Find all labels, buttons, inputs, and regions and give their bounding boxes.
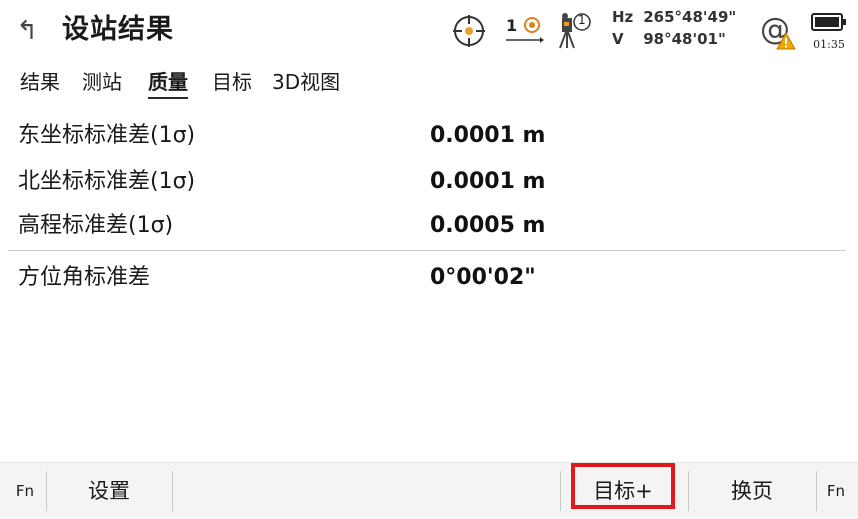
settings-button[interactable]: 设置 <box>47 463 171 519</box>
fn-right-button[interactable]: Fn <box>817 463 855 519</box>
tab-3d-view[interactable]: 3D视图 <box>272 66 340 98</box>
tab-target[interactable]: 目标 <box>212 66 252 98</box>
page-title: 设站结果 <box>62 14 174 45</box>
hz-label: Hz <box>612 8 634 26</box>
connection-status[interactable]: @ <box>758 12 798 52</box>
v-label: V <box>612 30 624 48</box>
tab-result[interactable]: 结果 <box>20 66 60 98</box>
angle-readout: Hz 265°48'49" V 98°48'01" <box>612 6 742 50</box>
title-bar: ↰ 设站结果 1 1 Hz 265°48'49" V 98°48'01" @ 0… <box>0 0 858 62</box>
quality-label: 北坐标标准差(1σ) <box>18 169 196 194</box>
instrument-person-icon <box>559 13 591 49</box>
highlight-box <box>571 463 675 509</box>
warning-icon <box>776 32 796 50</box>
hz-value: 265°48'49" <box>643 8 737 26</box>
quality-label: 方位角标准差 <box>18 265 151 290</box>
quality-row-height: 高程标准差(1σ) 0.0005 m <box>0 206 858 246</box>
quality-value: 0°00'02" <box>430 265 536 290</box>
divider <box>8 250 846 251</box>
instrument-status[interactable]: 1 <box>552 10 592 50</box>
quality-row-azimuth: 方位角标准差 0°00'02" <box>0 258 858 298</box>
crosshair-icon[interactable] <box>452 14 486 48</box>
next-page-button[interactable]: 换页 <box>689 463 815 519</box>
battery-icon <box>811 13 846 31</box>
softkey-separator <box>560 471 561 511</box>
quality-label: 高程标准差(1σ) <box>18 213 174 238</box>
prism-icon <box>506 17 544 43</box>
softkey-bar: Fn 设置 目标+ 换页 Fn <box>0 462 858 519</box>
clock: 01:35 <box>813 38 845 51</box>
quality-value: 0.0005 m <box>430 213 546 238</box>
tab-quality[interactable]: 质量 <box>148 66 188 99</box>
softkey-separator <box>172 471 173 511</box>
quality-row-north: 北坐标标准差(1σ) 0.0001 m <box>0 162 858 202</box>
tab-station[interactable]: 测站 <box>82 66 122 98</box>
quality-value: 0.0001 m <box>430 123 546 148</box>
quality-label: 东坐标标准差(1σ) <box>18 123 196 148</box>
v-value: 98°48'01" <box>643 30 726 48</box>
prism-indicator[interactable]: 1 <box>504 14 544 48</box>
fn-left-button[interactable]: Fn <box>4 463 46 519</box>
back-icon[interactable]: ↰ <box>14 16 40 46</box>
person-badge: 1 <box>578 13 586 27</box>
tab-bar: 结果 测站 质量 目标 3D视图 <box>0 66 858 100</box>
quality-row-east: 东坐标标准差(1σ) 0.0001 m <box>0 116 858 156</box>
quality-value: 0.0001 m <box>430 169 546 194</box>
battery-status: 01:35 <box>808 10 850 56</box>
